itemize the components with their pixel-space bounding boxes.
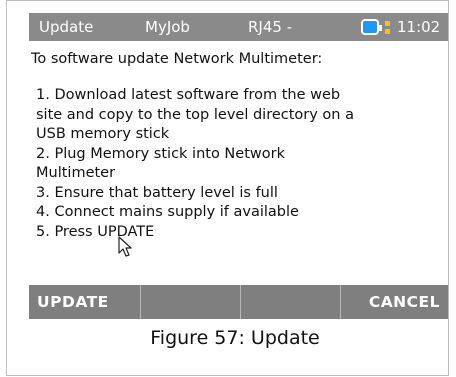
softkey-3-button[interactable] bbox=[241, 285, 341, 319]
instruction-line: 1. Download latest software from the web bbox=[36, 87, 341, 103]
status-time: 11:02 bbox=[397, 18, 441, 36]
softkey-2-button[interactable] bbox=[141, 285, 241, 319]
intro-text: To software update Network Multimeter: bbox=[31, 51, 323, 67]
instruction-line: site and copy to the top level directory… bbox=[36, 106, 354, 123]
status-mode: Update bbox=[39, 18, 94, 36]
battery-icon bbox=[361, 19, 382, 35]
instruction-line: 2. Plug Memory stick into Network bbox=[36, 145, 285, 162]
figure-caption: Figure 57: Update bbox=[150, 327, 320, 349]
instruction-line: 3. Ensure that battery level is full bbox=[36, 184, 278, 201]
cancel-button[interactable]: CANCEL bbox=[341, 285, 448, 319]
instruction-line: 4. Connect mains supply if available bbox=[36, 204, 299, 220]
instruction-line: 5. Press UPDATE bbox=[36, 223, 155, 240]
instruction-line: Multimeter bbox=[36, 165, 116, 181]
figure-frame: Update MyJob RJ45 - 11:02 To software up… bbox=[6, 0, 449, 376]
status-bar: Update MyJob RJ45 - 11:02 bbox=[29, 13, 448, 41]
instruction-list: 1. Download latest software from the web… bbox=[36, 86, 441, 242]
status-job: MyJob bbox=[145, 18, 190, 36]
update-button[interactable]: UPDATE bbox=[29, 285, 141, 319]
indicator-icon bbox=[385, 21, 390, 34]
device-screen: Update MyJob RJ45 - 11:02 To software up… bbox=[29, 13, 448, 319]
instruction-line: USB memory stick bbox=[36, 126, 170, 142]
status-port: RJ45 - bbox=[248, 18, 293, 36]
mouse-pointer-icon bbox=[118, 236, 132, 257]
softkey-bar: UPDATE CANCEL bbox=[29, 285, 448, 319]
